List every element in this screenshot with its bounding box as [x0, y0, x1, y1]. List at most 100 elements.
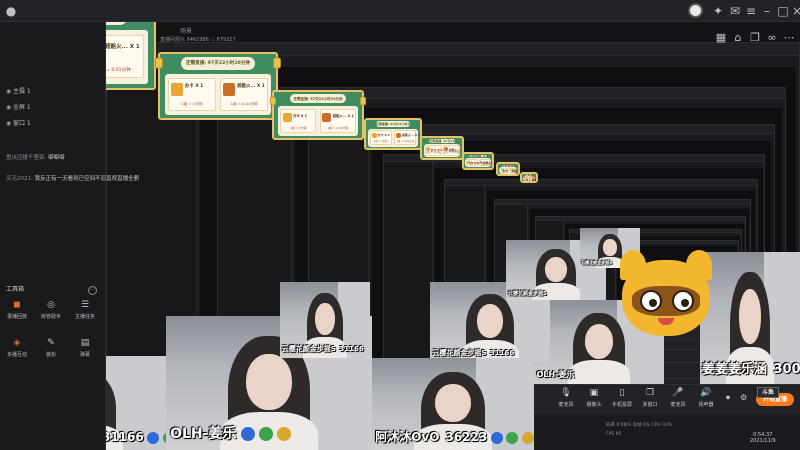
mic2-button[interactable]: 🎤 麦克风 [664, 388, 692, 408]
mic-indicator-icon: ● [5, 4, 17, 18]
fan-badge-icon [147, 431, 160, 444]
gift-card-price: 1组 = 0.01分钟 [327, 125, 349, 130]
tab-scene[interactable]: 场景 [180, 26, 192, 35]
gift-card-name: 办卡 X 1 [292, 114, 307, 119]
gift-card-price: 1组 = 0.01分钟 [396, 139, 414, 143]
fan-badge-icon [162, 431, 166, 444]
bottom-label: 扬声器 [698, 402, 714, 408]
bottom-label: 多窗口 [642, 402, 658, 408]
streamer-name-overlay: 姜姜姜乐涵 30064 [702, 358, 800, 377]
fan-badge-icon [506, 431, 519, 444]
gift-card-price: 1组 = 1分钟 [500, 168, 515, 172]
settings-icon[interactable]: ⚙ [740, 393, 747, 402]
streamer-name: 云樱花颜金步摇S [432, 349, 487, 357]
eye-icon[interactable]: ◉ [6, 104, 13, 111]
streamer-name: 阿沐沐OvO [375, 430, 440, 445]
fan-badge-icon [522, 431, 534, 444]
card-gift-icon [282, 112, 292, 123]
gift-card-price: 1组 = 1分钟 [426, 150, 440, 154]
bottom-label: 麦克风 [670, 402, 686, 408]
heat-count: 679327 [216, 37, 236, 43]
fan-badge-icon [490, 431, 503, 444]
tool-record[interactable]: ◼ 录播回放 [2, 300, 32, 320]
bottom-label: 麦克风 [558, 402, 574, 408]
more-icon[interactable]: ⋯ [783, 32, 795, 44]
chat-message: 买无2021: 我反正有一天看到已空间不忍直视直播全删 [6, 174, 139, 182]
scene-item[interactable]: ◉ 全屏 1 [6, 102, 31, 111]
tool-danmaku[interactable]: ▤ 弹幕 [70, 338, 100, 358]
scene-item[interactable]: ◉ 窗口 1 [6, 118, 31, 127]
mic-button[interactable]: 🎙 麦克风 [552, 388, 580, 408]
heat-icon: ♨ [210, 37, 215, 43]
bottom-label: 摄像头 [586, 402, 602, 408]
streamer-id: 36223 [445, 430, 488, 445]
douyu-logo: 斗鱼 [757, 387, 779, 398]
avatar[interactable] [688, 3, 703, 18]
scene-label: 全屏 1 [13, 104, 31, 111]
phone-cast-button[interactable]: ▯ 手机投屏 [608, 388, 636, 408]
fire-gift-icon [396, 132, 402, 139]
multi-window-button[interactable]: ❐ 多窗口 [636, 388, 664, 408]
streamer-name-overlay: 阿沐沐OvO 36223 [375, 428, 534, 445]
gift-header: 还需直播: 97天22小时29分钟 [375, 121, 411, 127]
fan-badge-icon [277, 427, 292, 442]
viewers-count: 6462986 [186, 37, 209, 43]
multi-icon: ◈ [13, 338, 21, 348]
gift-card-price: 1组 = 1分钟 [523, 176, 536, 180]
message-icon[interactable]: ✉ [728, 4, 742, 18]
gift-icon[interactable]: ✦ [711, 4, 725, 18]
toolbox-more-icon[interactable]: ⋯ [88, 286, 97, 295]
camera-button[interactable]: ▣ 摄像头 [580, 388, 608, 408]
gift-header: 还需直播: 97天22小时29分钟 [469, 154, 487, 158]
mascot-avatar [612, 250, 720, 348]
speaker-button[interactable]: 🔊 扬声器 [692, 388, 720, 408]
chat-user: 鱼坑应援千里架: [6, 155, 47, 161]
lantern-icon [155, 57, 163, 69]
speaker-icon: 🔊 [700, 388, 712, 398]
lantern-icon [273, 57, 281, 69]
tool-label: 录播回放 [6, 314, 27, 320]
tool-multi[interactable]: ◈ 多播互动 [2, 338, 32, 358]
scene-item[interactable]: ◉ 主摄 1 [6, 86, 31, 95]
close-icon[interactable]: × [790, 4, 800, 18]
tool-task[interactable]: ☰ 主播任务 [70, 300, 100, 320]
record-icon: ◼ [13, 300, 21, 310]
gift-card-price: 1组 = 0.01分钟 [530, 176, 537, 180]
mic2-icon: 🎤 [672, 388, 684, 398]
viewers-label: 直播间观众 [160, 37, 186, 43]
scene-label: 主摄 1 [13, 88, 31, 95]
streamer-id: 31166 [489, 349, 515, 357]
settings-icon[interactable]: ≡ [744, 4, 758, 18]
fire-gift-icon [223, 82, 236, 97]
gift-card-name: 办卡 X 1 [377, 133, 390, 138]
chat-user: 买无2021: [6, 176, 33, 182]
record-icon[interactable]: ⏺ [726, 393, 730, 403]
tool-label: 装扮 [45, 352, 56, 358]
link-icon[interactable]: ∞ [766, 32, 778, 44]
layout-icon[interactable]: ▦ [715, 32, 727, 44]
tool-admin[interactable]: ◎ 房管助手 [36, 300, 66, 320]
eye-icon[interactable]: ◉ [6, 120, 13, 127]
card-gift-icon [171, 82, 184, 97]
eye-icon[interactable]: ◉ [6, 88, 13, 95]
gift-popup-copy: 还需直播: 97天22小时29分钟办卡 X 11组 = 1分钟超能火... X … [520, 172, 538, 183]
tool-dress[interactable]: ✎ 装扮 [36, 338, 66, 358]
card-gift-icon [371, 132, 377, 139]
gift-card-price: 1组 = 0.01分钟 [509, 168, 520, 172]
gift-popup-copy: 还需直播: 97天22小时29分钟办卡 X 11组 = 1分钟超能火... X … [420, 136, 464, 160]
streamer-id: 31166 [339, 345, 364, 354]
maximize-icon[interactable]: □ [776, 4, 790, 18]
status-stats: 码率 0 KB/S 丢帧 0% CPU 33% [606, 423, 673, 428]
gift-popup-copy: 还需直播: 97天22小时29分钟办卡 X 11组 = 1分钟超能火... X … [272, 90, 364, 140]
chat-text: 噼噼噼 [48, 155, 65, 161]
streamer-name-overlay: 云樱花颜金步摇S31166 [432, 348, 514, 358]
camera-feed: 云樱花颜金步摇S31166 [280, 282, 370, 358]
gift-popup-copy: 还需直播: 97天22小时29分钟办卡 X 11组 = 1分钟超能火... X … [158, 52, 278, 120]
lock-icon[interactable]: ⌂ [732, 32, 744, 44]
status-fps: FPS 60 [606, 432, 622, 437]
streamer-id: 30064 [773, 362, 800, 378]
toolbox-title: 工具箱 [6, 286, 25, 293]
minimize-icon[interactable]: – [760, 4, 774, 18]
copy-icon[interactable]: ❐ [749, 32, 761, 44]
system-clock: 0:54:37 2021/11/9 [750, 432, 776, 444]
